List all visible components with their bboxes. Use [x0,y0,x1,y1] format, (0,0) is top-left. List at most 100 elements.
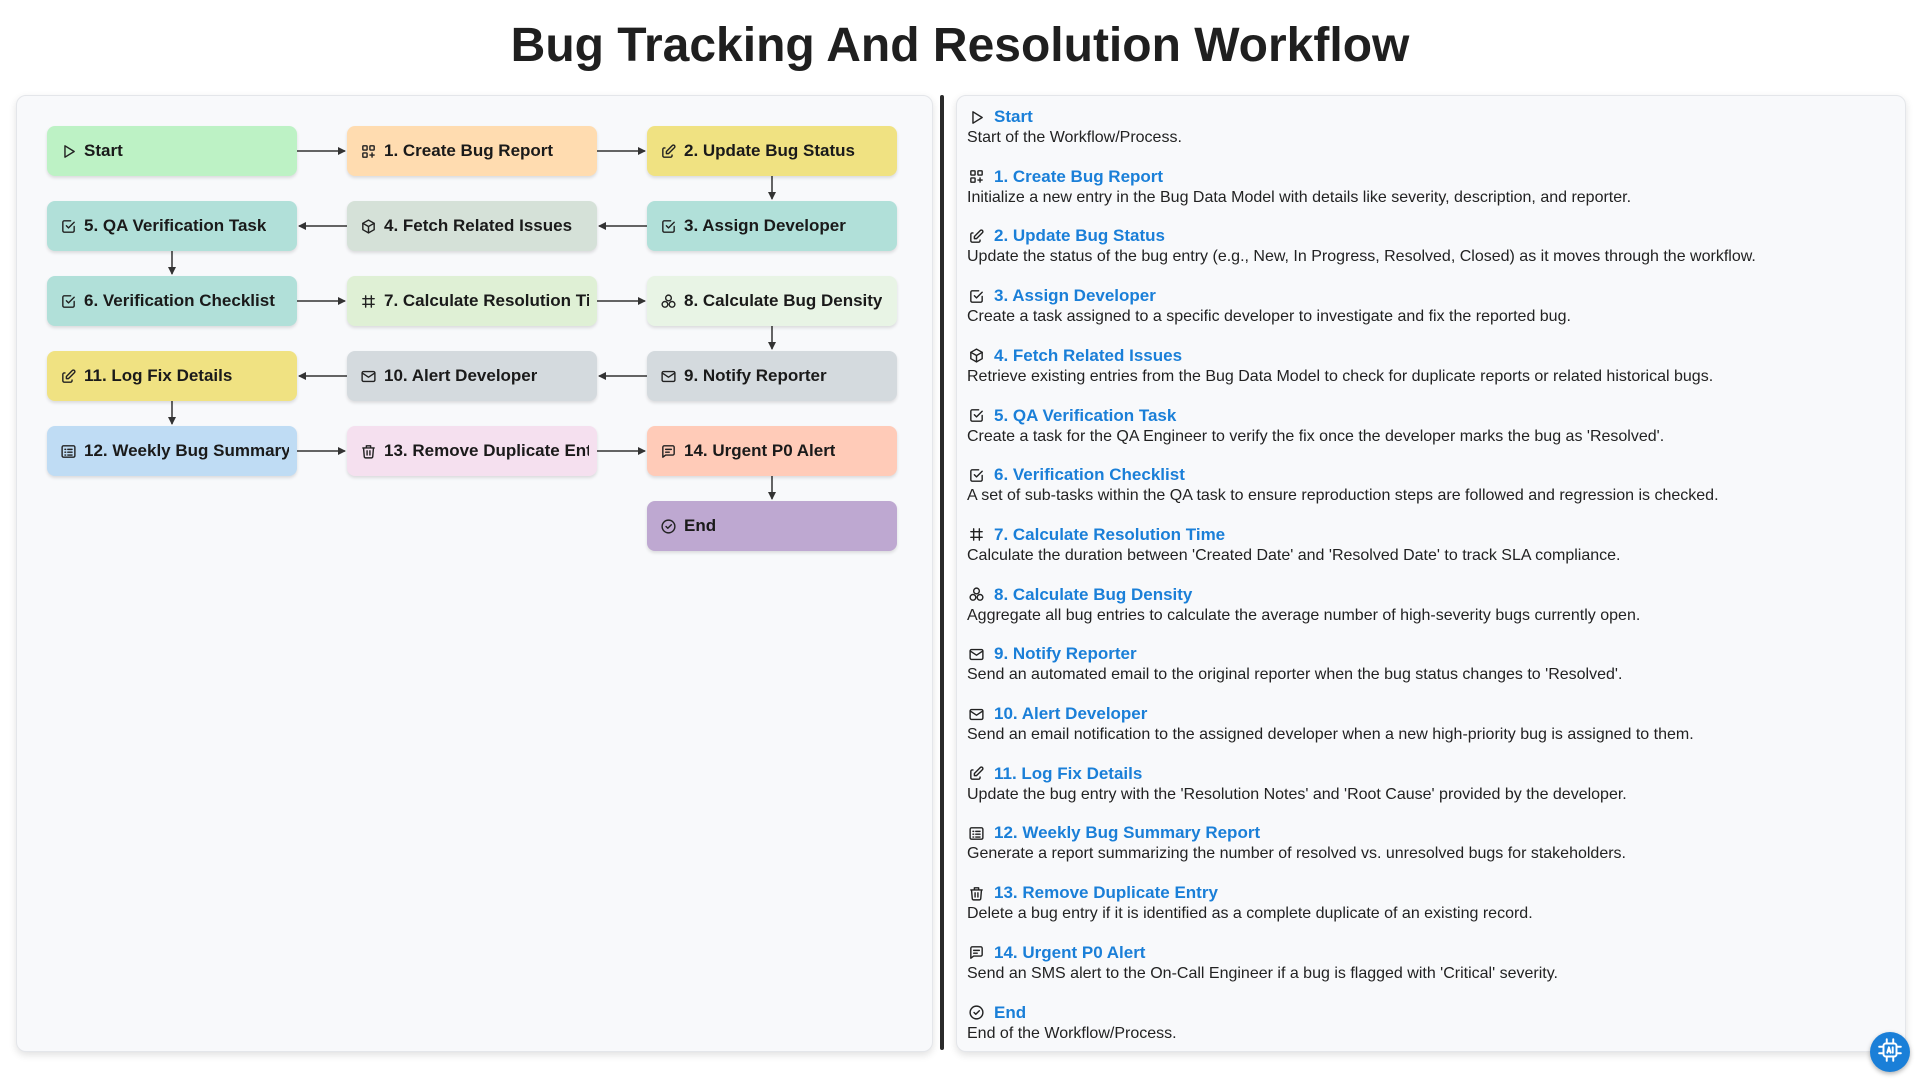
detail-title-link[interactable]: 7. Calculate Resolution Time [994,525,1225,545]
panel-divider[interactable] [940,95,944,1050]
checkbox-icon [967,287,985,305]
detail-title-link[interactable]: 9. Notify Reporter [994,644,1137,664]
detail-description: Create a task assigned to a specific dev… [967,308,1571,326]
play-icon [59,142,77,160]
trash-icon [967,884,985,902]
step-details-panel: Start Start of the Workflow/Process. 1. Cr… [956,95,1906,1052]
detail-description: A set of sub-tasks within the QA task to… [967,487,1719,505]
checkbox-icon [59,292,77,310]
report-icon [59,442,77,460]
node-n3[interactable]: 3. Assign Developer [647,201,897,251]
detail-title-link[interactable]: 2. Update Bug Status [994,226,1165,246]
mail-icon [359,367,377,385]
detail-item: 10. Alert Developer Send an email notific… [967,703,1887,745]
detail-title-link[interactable]: 12. Weekly Bug Summary Report [994,823,1260,843]
detail-description: Update the bug entry with the 'Resolutio… [967,785,1627,803]
grid-add-icon [359,142,377,160]
detail-item: 1. Create Bug Report Initialize a new ent… [967,166,1887,208]
detail-item: 2. Update Bug Status Update the status of… [967,225,1887,267]
node-start[interactable]: Start [47,126,297,176]
node-n12[interactable]: 12. Weekly Bug Summary Report [47,426,297,476]
node-label: 1. Create Bug Report [384,141,554,160]
edit-icon [967,765,985,783]
detail-title-link[interactable]: 13. Remove Duplicate Entry [994,883,1218,903]
detail-title-link[interactable]: End [994,1003,1026,1023]
node-n4[interactable]: 4. Fetch Related Issues [347,201,597,251]
node-end[interactable]: End [647,501,897,551]
detail-item: 14. Urgent P0 Alert Send an SMS alert to … [967,942,1887,984]
report-icon [967,824,985,842]
detail-title-link[interactable]: 10. Alert Developer [994,704,1147,724]
node-label: 6. Verification Checklist [84,291,275,310]
detail-description: Update the status of the bug entry (e.g.… [967,248,1756,266]
detail-description: Generate a report summarizing the number… [967,845,1626,863]
detail-title-link[interactable]: 11. Log Fix Details [994,764,1142,784]
mail-icon [659,367,677,385]
detail-description: Send an automated email to the original … [967,666,1623,684]
checkbox-icon [59,217,77,235]
detail-item: 9. Notify Reporter Send an automated emai… [967,643,1887,685]
node-n1[interactable]: 1. Create Bug Report [347,126,597,176]
node-label: 7. Calculate Resolution Time [384,291,589,310]
node-label: 2. Update Bug Status [684,141,855,160]
detail-item: End End of the Workflow/Process. [967,1002,1887,1044]
node-label: 14. Urgent P0 Alert [684,441,836,460]
node-n5[interactable]: 5. QA Verification Task [47,201,297,251]
detail-title-link[interactable]: 5. QA Verification Task [994,406,1176,426]
node-label: 12. Weekly Bug Summary Report [84,441,289,460]
detail-item: Start Start of the Workflow/Process. [967,106,1887,148]
detail-description: Aggregate all bug entries to calculate t… [967,606,1641,624]
detail-description: Initialize a new entry in the Bug Data M… [967,188,1632,206]
circles-icon [967,586,985,604]
detail-title-link[interactable]: 4. Fetch Related Issues [994,346,1182,366]
detail-title-link[interactable]: 3. Assign Developer [994,286,1156,306]
node-label: 3. Assign Developer [684,216,846,235]
detail-title-link[interactable]: 1. Create Bug Report [994,167,1163,187]
detail-title-link[interactable]: 14. Urgent P0 Alert [994,943,1145,963]
node-n10[interactable]: 10. Alert Developer [347,351,597,401]
ai-assistant-button[interactable] [1870,1032,1910,1072]
node-n11[interactable]: 11. Log Fix Details [47,351,297,401]
detail-title-link[interactable]: 6. Verification Checklist [994,465,1185,485]
message-icon [659,442,677,460]
grid-add-icon [967,168,985,186]
detail-description: Calculate the duration between 'Created … [967,546,1621,564]
detail-item: 6. Verification Checklist A set of sub-ta… [967,464,1887,506]
mail-icon [967,645,985,663]
detail-item: 11. Log Fix Details Update the bug entry … [967,763,1887,805]
node-label: End [684,516,717,535]
play-icon [967,108,985,126]
checkbox-icon [967,466,985,484]
message-icon [967,944,985,962]
page-title: Bug Tracking And Resolution Workflow [510,19,1410,72]
calculator-icon [359,292,377,310]
node-n8[interactable]: 8. Calculate Bug Density [647,276,897,326]
circles-icon [659,292,677,310]
node-n7[interactable]: 7. Calculate Resolution Time [347,276,597,326]
detail-description: End of the Workflow/Process. [967,1024,1177,1042]
detail-title-link[interactable]: Start [994,107,1033,127]
detail-item: 4. Fetch Related Issues Retrieve existing… [967,345,1887,387]
cube-icon [359,217,377,235]
workflow-diagram-panel: Start 1. Create Bug Report 2. Update Bug S… [16,95,933,1052]
edit-icon [59,367,77,385]
detail-description: Create a task for the QA Engineer to ver… [967,427,1665,445]
detail-item: 7. Calculate Resolution Time Calculate th… [967,524,1887,566]
node-label: 13. Remove Duplicate Entry [384,441,589,460]
checkbox-icon [967,407,985,425]
node-n13[interactable]: 13. Remove Duplicate Entry [347,426,597,476]
node-n14[interactable]: 14. Urgent P0 Alert [647,426,897,476]
checkbox-icon [659,217,677,235]
cube-icon [967,347,985,365]
detail-description: Send an SMS alert to the On-Call Enginee… [967,964,1558,982]
node-n9[interactable]: 9. Notify Reporter [647,351,897,401]
node-n6[interactable]: 6. Verification Checklist [47,276,297,326]
detail-description: Start of the Workflow/Process. [967,129,1182,146]
check-circle-icon [967,1004,985,1022]
detail-description: Retrieve existing entries from the Bug D… [967,367,1714,385]
detail-title-link[interactable]: 8. Calculate Bug Density [994,585,1192,605]
detail-item: 8. Calculate Bug Density Aggregate all bu… [967,584,1887,626]
mail-icon [967,705,985,723]
node-n2[interactable]: 2. Update Bug Status [647,126,897,176]
ai-chip-icon [1877,1037,1903,1068]
